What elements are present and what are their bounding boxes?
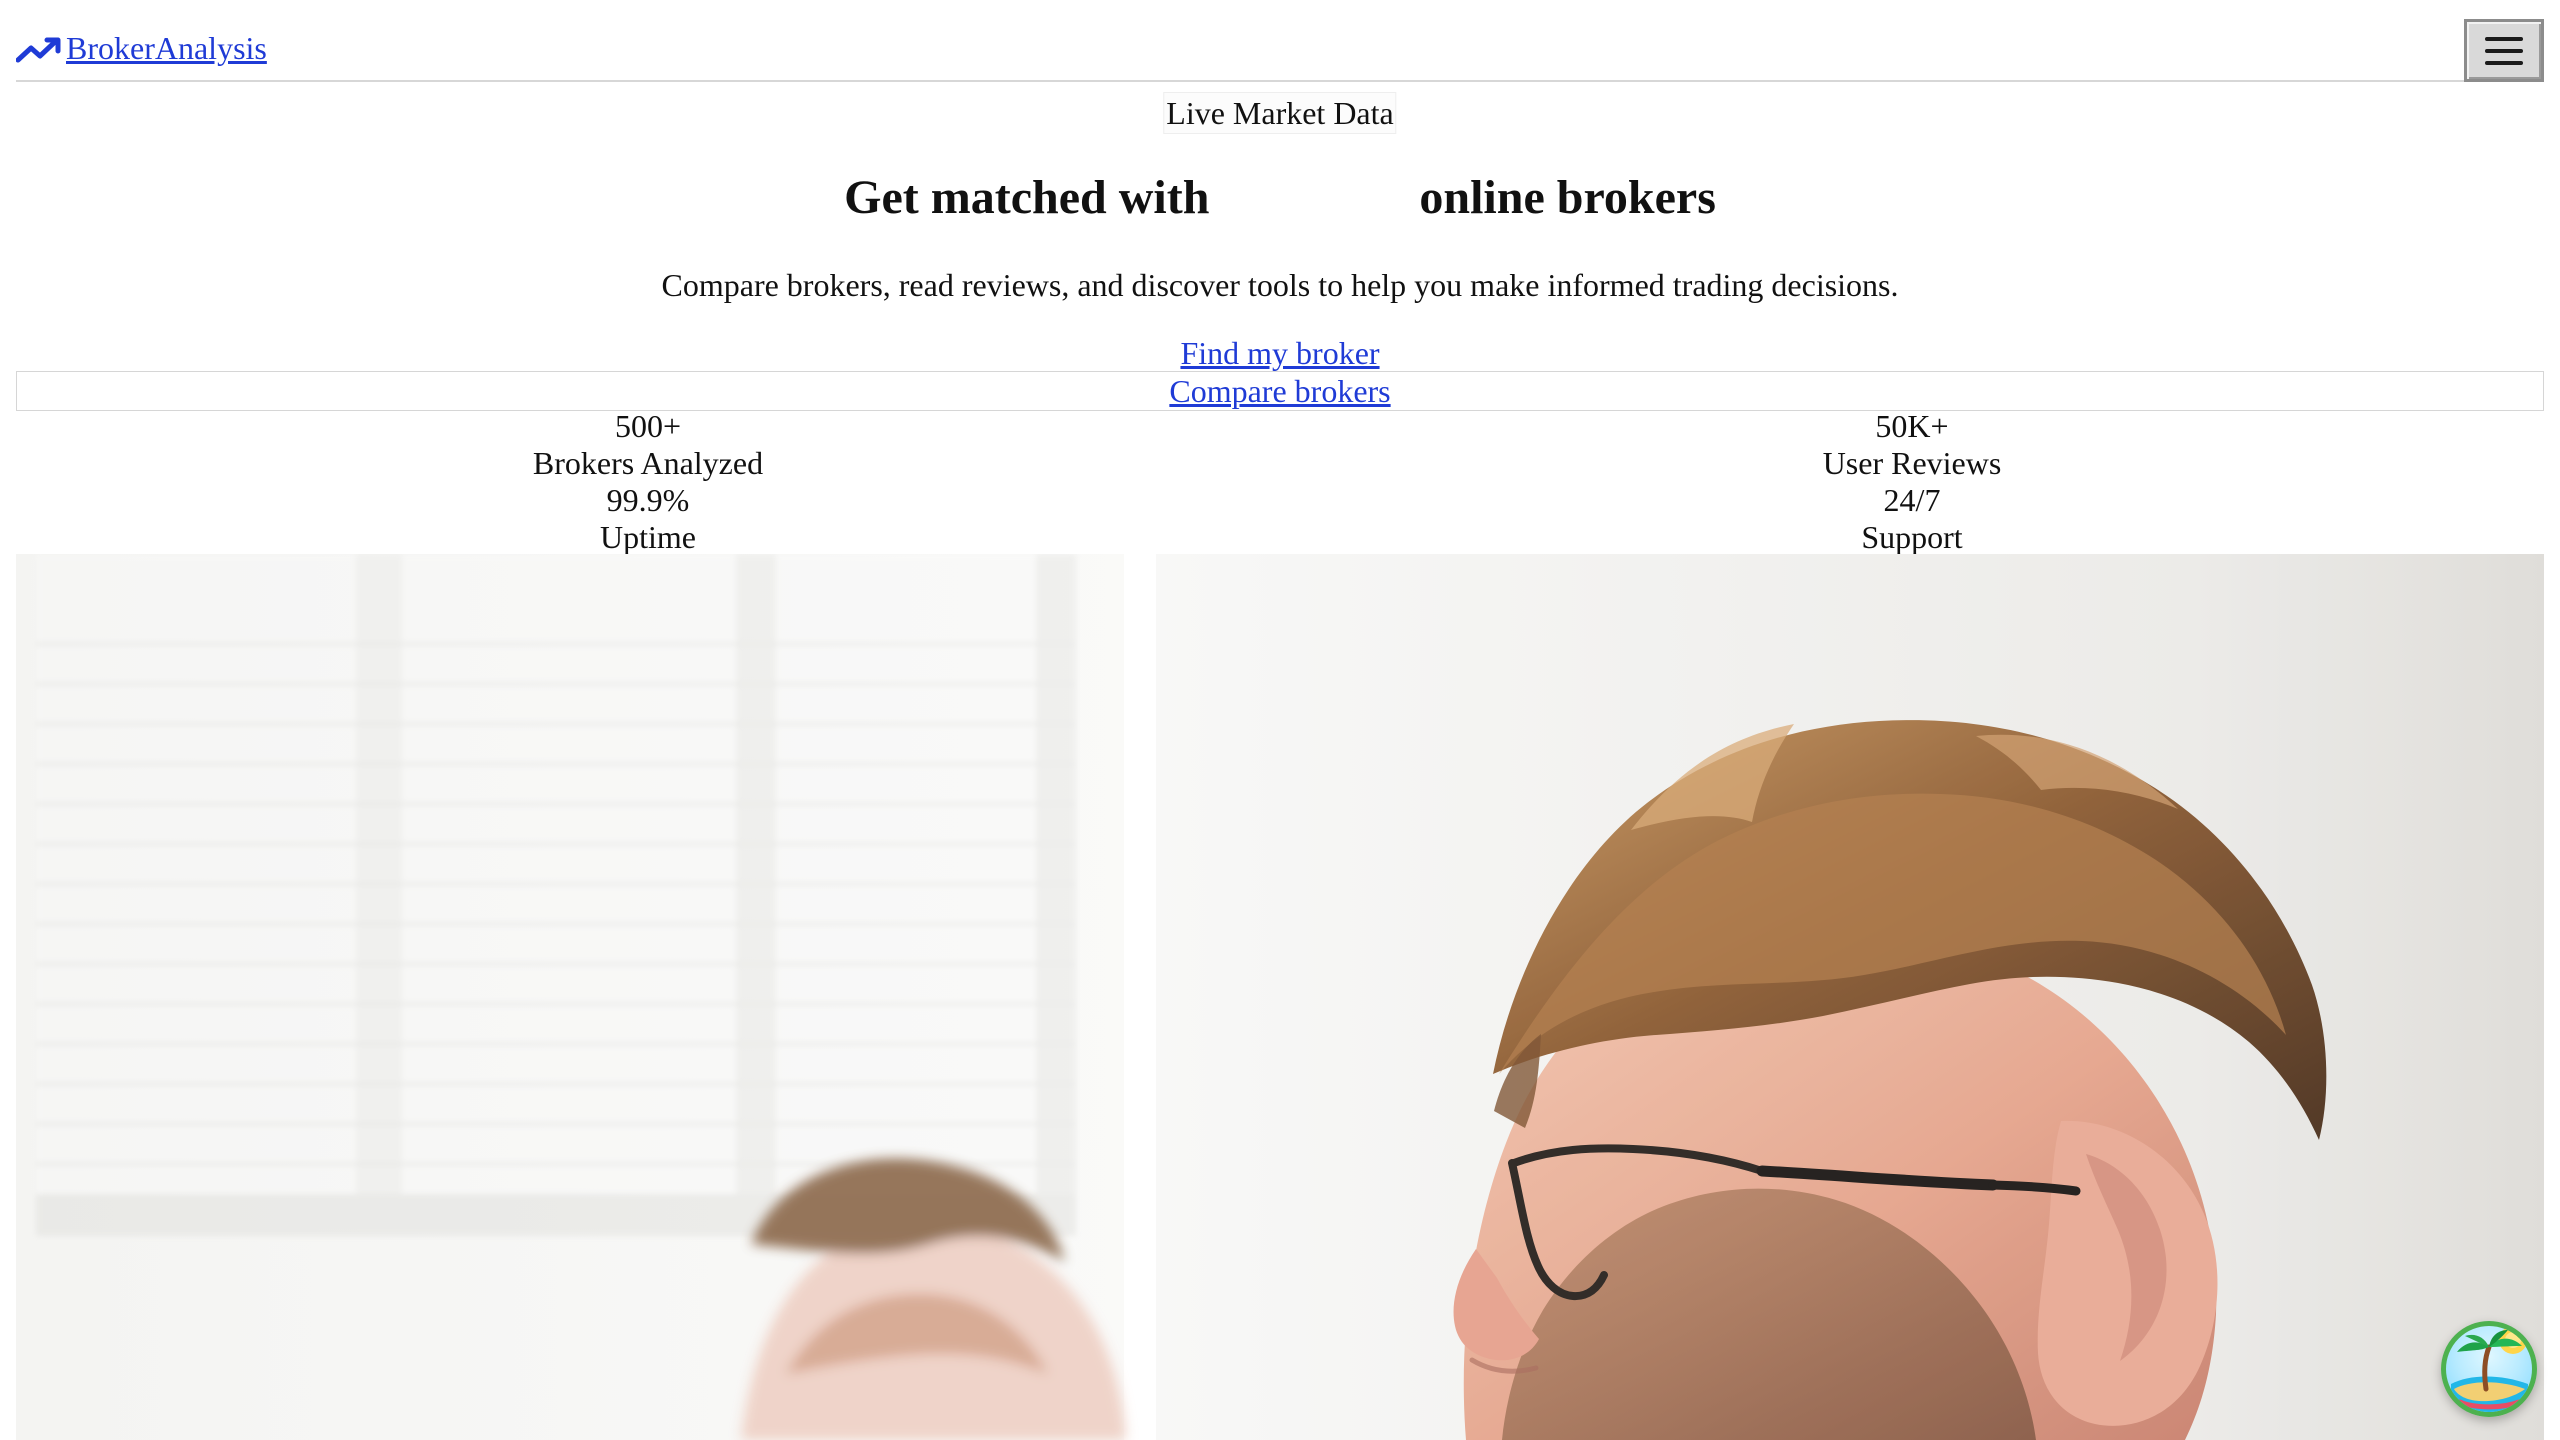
stat-label: Uptime (600, 519, 696, 555)
top-navigation: BrokerAnalysis (16, 0, 2544, 82)
stat-brokers-analyzed: 500+ Brokers Analyzed (16, 408, 1280, 482)
island-icon (2451, 1326, 2528, 1412)
hero-title-suffix: online brokers (1419, 171, 1716, 224)
hero-title: Get matched with online brokers (0, 166, 2560, 230)
stat-value: 24/7 (1883, 482, 1941, 518)
stat-support: 24/7 Support (1280, 482, 2544, 556)
hero-title-prefix: Get matched with (844, 171, 1210, 224)
stat-label: User Reviews (1822, 445, 2002, 481)
stat-uptime: 99.9% Uptime (16, 482, 1280, 556)
stats-grid: 500+ Brokers Analyzed 50K+ User Reviews … (16, 408, 2544, 556)
hero-photo (16, 554, 2544, 1440)
stat-label: Support (1861, 519, 1963, 555)
hero-subtitle: Compare brokers, read reviews, and disco… (661, 267, 1899, 303)
stat-value: 50K+ (1875, 408, 1949, 444)
compare-brokers-container: Compare brokers (16, 371, 2544, 411)
live-market-data-badge: Live Market Data (1163, 92, 1397, 134)
menu-button[interactable] (2464, 19, 2544, 82)
stat-value: 99.9% (606, 482, 690, 518)
stat-user-reviews: 50K+ User Reviews (1280, 408, 2544, 482)
trending-up-icon (16, 37, 61, 63)
stat-label: Brokers Analyzed (532, 445, 764, 481)
people-at-office-image (16, 554, 2544, 1440)
floating-widget-button[interactable] (2441, 1321, 2537, 1417)
find-my-broker-link[interactable]: Find my broker (1180, 333, 1379, 373)
brand-link[interactable]: BrokerAnalysis (16, 26, 267, 70)
brand-name: BrokerAnalysis (66, 30, 267, 66)
compare-brokers-link[interactable]: Compare brokers (1169, 373, 1390, 409)
stat-value: 500+ (614, 408, 682, 444)
hamburger-menu-icon (2485, 36, 2523, 65)
